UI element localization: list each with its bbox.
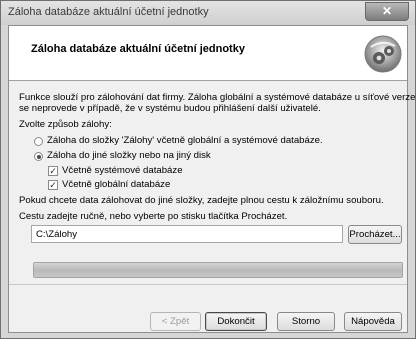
backup-path-input[interactable] <box>31 225 343 243</box>
backup-gears-icon <box>364 35 402 73</box>
finish-button[interactable]: Dokončit <box>205 312 267 331</box>
choose-label: Zvolte způsob zálohy: <box>19 119 112 130</box>
wizard-header-title: Záloha databáze aktuální účetní jednotky <box>31 43 245 55</box>
close-button[interactable]: ✕ <box>365 2 409 21</box>
hint-manual-path: Cestu zadejte ručně, nebo vyberte po sti… <box>19 211 288 222</box>
cancel-button[interactable]: Storno <box>277 312 335 331</box>
radio-backup-to-other-folder-label[interactable]: Záloha do jiné složky nebo na jiný disk <box>47 150 211 162</box>
backup-dialog-window: Záloha databáze aktuální účetní jednotky… <box>0 0 416 339</box>
help-button[interactable]: Nápověda <box>344 312 402 331</box>
button-separator <box>9 284 407 285</box>
wizard-header: Záloha databáze aktuální účetní jednotky <box>9 26 407 81</box>
back-button[interactable]: < Zpět <box>150 312 201 331</box>
browse-button[interactable]: Procházet... <box>348 225 402 244</box>
radio-backup-to-default-folder[interactable] <box>34 137 43 146</box>
hint-full-path: Pokud chcete data zálohovat do jiné slož… <box>19 195 384 206</box>
backup-progress-fill <box>34 263 402 277</box>
checkbox-include-system-db[interactable]: ✓ <box>48 166 58 176</box>
checkbox-include-global-db-label[interactable]: Včetně globální databáze <box>62 179 170 191</box>
radio-backup-to-other-folder[interactable] <box>34 152 43 161</box>
backup-progress-bar <box>33 262 403 278</box>
window-title: Záloha databáze aktuální účetní jednotky <box>8 6 209 18</box>
title-bar[interactable]: Záloha databáze aktuální účetní jednotky… <box>1 1 415 25</box>
checkbox-include-system-db-label[interactable]: Včetně systémové databáze <box>62 165 183 177</box>
intro-text-line-2: se neprovede v případě, že v systému bud… <box>19 103 321 114</box>
dialog-client-area: Záloha databáze aktuální účetní jednotky <box>8 25 415 333</box>
radio-backup-to-default-folder-label[interactable]: Záloha do složky 'Zálohy' včetně globáln… <box>47 135 323 147</box>
checkbox-include-global-db[interactable]: ✓ <box>48 180 58 190</box>
